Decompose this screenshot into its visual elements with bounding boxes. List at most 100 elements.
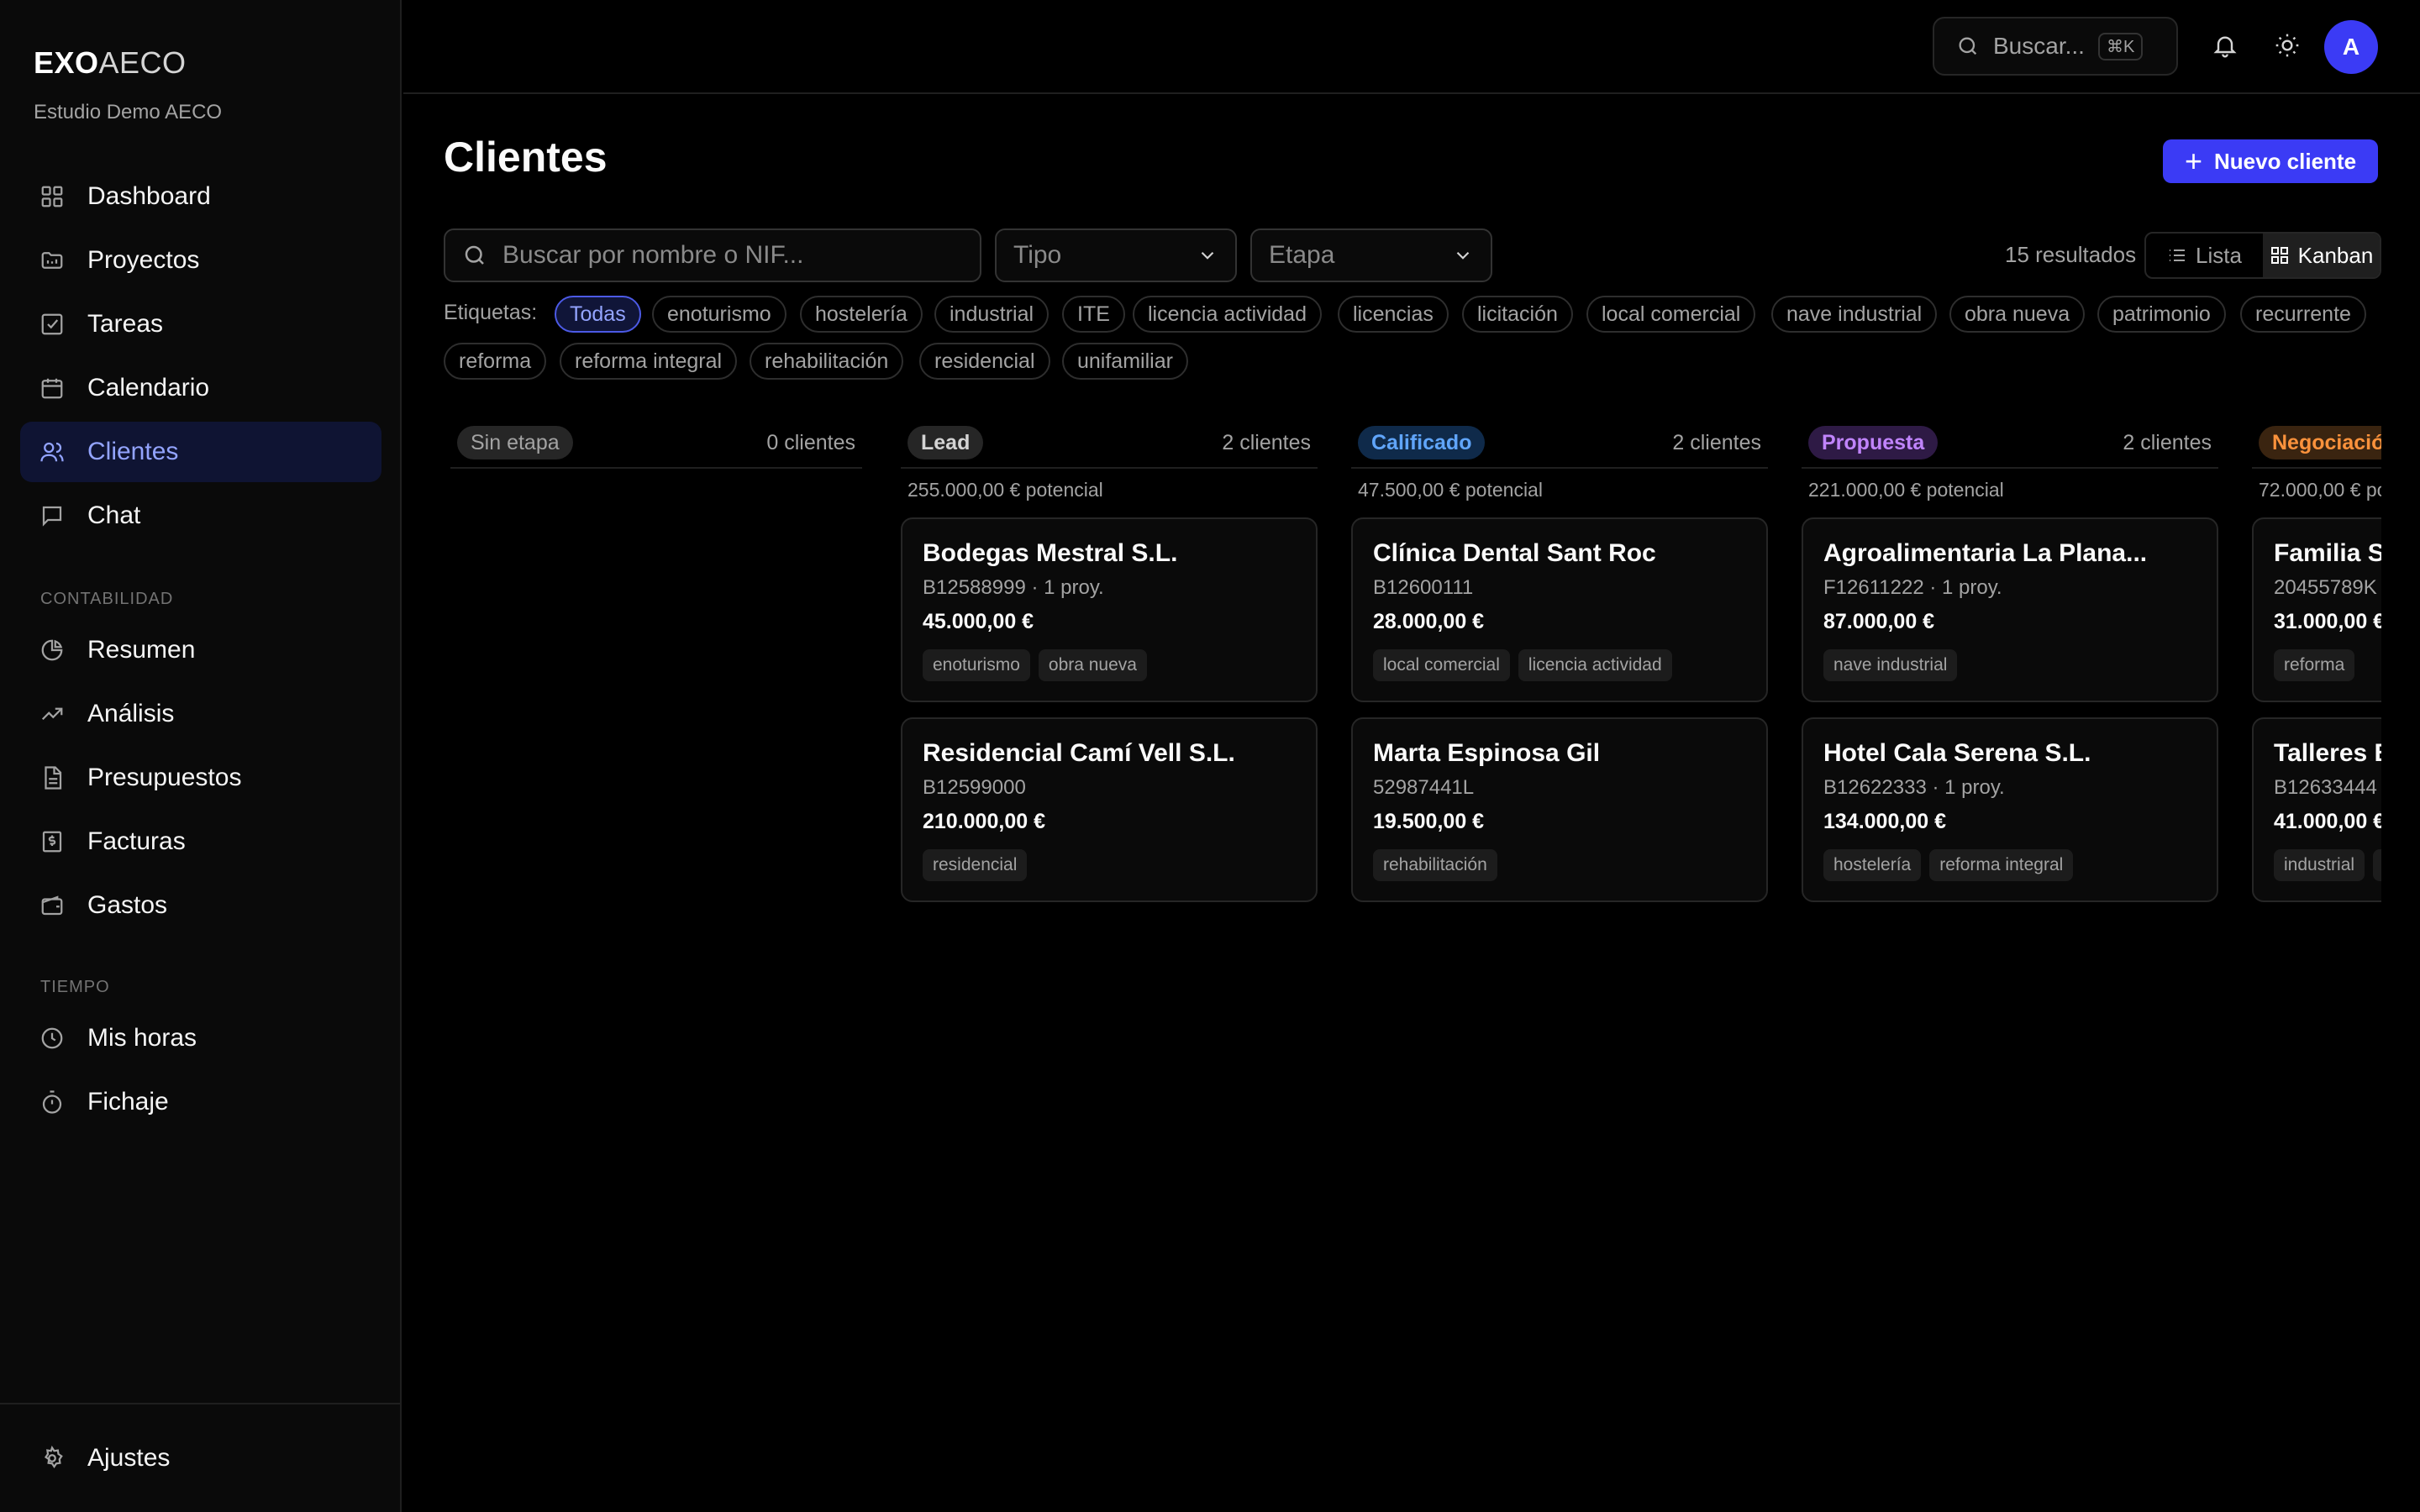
card-tag: rehabilitación: [1373, 849, 1497, 881]
sidebar-item-mis-horas[interactable]: Mis horas: [20, 1008, 381, 1068]
sidebar-item-calendario[interactable]: Calendario: [20, 358, 381, 418]
client-card[interactable]: Clínica Dental Sant Roc B12600111 28.000…: [1351, 517, 1768, 702]
etapa-select[interactable]: Etapa: [1250, 228, 1492, 282]
client-name: Familia Sa: [2274, 539, 2381, 567]
search-shortcut: ⌘K: [2097, 32, 2144, 60]
new-client-button[interactable]: + Nuevo cliente: [2163, 139, 2378, 183]
tag-filter[interactable]: reforma integral: [560, 343, 738, 380]
results-count: 15 resultados: [2005, 242, 2137, 267]
tag-filter[interactable]: industrial: [934, 296, 1050, 333]
tag-filter[interactable]: obra nueva: [1949, 296, 2086, 333]
sidebar-item-presupuestos[interactable]: Presupuestos: [20, 748, 381, 808]
view-kanban-button[interactable]: Kanban: [2263, 234, 2380, 277]
column-potential: 72.000,00 € potencial: [2259, 479, 2381, 501]
client-amount: 210.000,00 €: [923, 810, 1045, 833]
kanban-column-calificado: Calificado 2 clientes 47.500,00 € potenc…: [1351, 418, 1768, 902]
client-card[interactable]: Hotel Cala Serena S.L. B12622333 · 1 pro…: [1802, 717, 2218, 902]
client-nif: B12599000: [923, 776, 1296, 800]
client-name: Clínica Dental Sant Roc: [1373, 539, 1656, 567]
sidebar-item-dashboard[interactable]: Dashboard: [20, 166, 381, 227]
tag-filter[interactable]: hostelería: [800, 296, 923, 333]
card-tag: enoturismo: [923, 649, 1030, 681]
card-tags: hostelería reforma integral: [1823, 849, 2196, 881]
avatar[interactable]: A: [2324, 20, 2378, 74]
view-kanban-label: Kanban: [2297, 242, 2374, 268]
sun-icon[interactable]: [2270, 29, 2304, 62]
bell-icon[interactable]: [2208, 29, 2242, 62]
client-name: Marta Espinosa Gil: [1373, 739, 1601, 767]
tag-filter[interactable]: rehabilitación: [750, 343, 904, 380]
stage-badge: Calificado: [1358, 426, 1486, 459]
client-amount: 41.000,00 €: [2274, 810, 2381, 833]
tag-filter[interactable]: licencias: [1338, 296, 1449, 333]
tag-filter[interactable]: ITE: [1062, 296, 1125, 333]
nif-value: B12622333: [1823, 776, 1927, 799]
sidebar-item-gastos[interactable]: Gastos: [20, 875, 381, 936]
users-icon: [39, 438, 66, 465]
client-card[interactable]: Bodegas Mestral S.L. B12588999 · 1 proy.…: [901, 517, 1318, 702]
tag-filter[interactable]: licencia actividad: [1133, 296, 1322, 333]
card-tag: hostelería: [1823, 849, 1922, 881]
column-header: Lead 2 clientes: [901, 418, 1318, 469]
column-count: 0 clientes: [766, 430, 855, 454]
tag-filter[interactable]: patrimonio: [2097, 296, 2226, 333]
stage-badge: Propuesta: [1808, 426, 1939, 459]
client-amount: 31.000,00 €: [2274, 610, 2381, 633]
column-count: 2 clientes: [2123, 430, 2212, 454]
column-header: Negociación: [2252, 418, 2381, 469]
section-label-tiempo: TIEMPO: [40, 978, 110, 996]
client-card[interactable]: Agroalimentaria La Plana... F12611222 · …: [1802, 517, 2218, 702]
tag-filter[interactable]: unifamiliar: [1062, 343, 1188, 380]
column-count: 2 clientes: [1672, 430, 1761, 454]
timer-icon: [39, 1089, 66, 1116]
organization-name: Estudio Demo AECO: [34, 101, 223, 123]
nif-value: 20455789K: [2274, 576, 2377, 599]
client-card[interactable]: Familia Sa 20455789K 31.000,00 € reforma: [2252, 517, 2381, 702]
client-card[interactable]: Marta Espinosa Gil 52987441L 19.500,00 €…: [1351, 717, 1768, 902]
sidebar-item-resumen[interactable]: Resumen: [20, 620, 381, 680]
client-card[interactable]: Talleres B B12633444 41.000,00 € industr…: [2252, 717, 2381, 902]
tag-filter[interactable]: nave industrial: [1771, 296, 1938, 333]
sidebar-item-analisis[interactable]: Análisis: [20, 684, 381, 744]
page-title: Clientes: [444, 134, 608, 181]
sidebar-item-proyectos[interactable]: Proyectos: [20, 230, 381, 291]
nif-value: B12600111: [1373, 576, 1474, 599]
client-search-input[interactable]: Buscar por nombre o NIF...: [444, 228, 981, 282]
client-nif: 20455789K: [2274, 576, 2381, 600]
sidebar-item-chat[interactable]: Chat: [20, 486, 381, 546]
sidebar-item-tareas[interactable]: Tareas: [20, 294, 381, 354]
sidebar-item-ajustes[interactable]: Ajustes: [20, 1428, 381, 1488]
main-nav: Dashboard Proyectos Tareas Calendario Cl…: [20, 166, 381, 549]
tipo-select[interactable]: Tipo: [995, 228, 1237, 282]
tag-filter-todas[interactable]: Todas: [555, 296, 641, 333]
sidebar-item-clientes[interactable]: Clientes: [20, 422, 381, 482]
client-card[interactable]: Residencial Camí Vell S.L. B12599000 210…: [901, 717, 1318, 902]
app-logo[interactable]: EXOAECO: [34, 45, 187, 81]
tag-filter[interactable]: residencial: [919, 343, 1050, 380]
column-header: Propuesta 2 clientes: [1802, 418, 2218, 469]
tag-filter[interactable]: licitación: [1462, 296, 1573, 333]
sidebar-item-fichaje[interactable]: Fichaje: [20, 1072, 381, 1132]
card-tag: [2373, 849, 2381, 881]
tag-filter[interactable]: reforma: [444, 343, 547, 380]
card-tags: nave industrial: [1823, 649, 2196, 681]
settings-nav: Ajustes: [20, 1428, 381, 1492]
project-count: · 1 proy.: [1025, 576, 1104, 599]
dashboard-icon: [39, 183, 66, 210]
top-bar: Buscar... ⌘K A: [403, 0, 2420, 94]
tag-filter[interactable]: local comercial: [1586, 296, 1756, 333]
global-search[interactable]: Buscar... ⌘K: [1933, 17, 2178, 76]
tag-filter[interactable]: recurrente: [2240, 296, 2366, 333]
nif-value: B12633444: [2274, 776, 2377, 799]
kanban-column-propuesta: Propuesta 2 clientes 221.000,00 € potenc…: [1802, 418, 2218, 902]
tag-filter[interactable]: enoturismo: [652, 296, 786, 333]
sidebar-item-label: Tareas: [87, 310, 164, 338]
grid-icon: [2270, 247, 2288, 264]
sidebar-item-facturas[interactable]: Facturas: [20, 811, 381, 872]
pie-chart-icon: [39, 637, 66, 664]
view-lista-button[interactable]: Lista: [2146, 234, 2263, 277]
sidebar-item-label: Dashboard: [87, 182, 211, 210]
card-tag: residencial: [923, 849, 1028, 881]
new-client-label: Nuevo cliente: [2213, 148, 2357, 174]
chevron-down-icon: [1201, 251, 1214, 260]
